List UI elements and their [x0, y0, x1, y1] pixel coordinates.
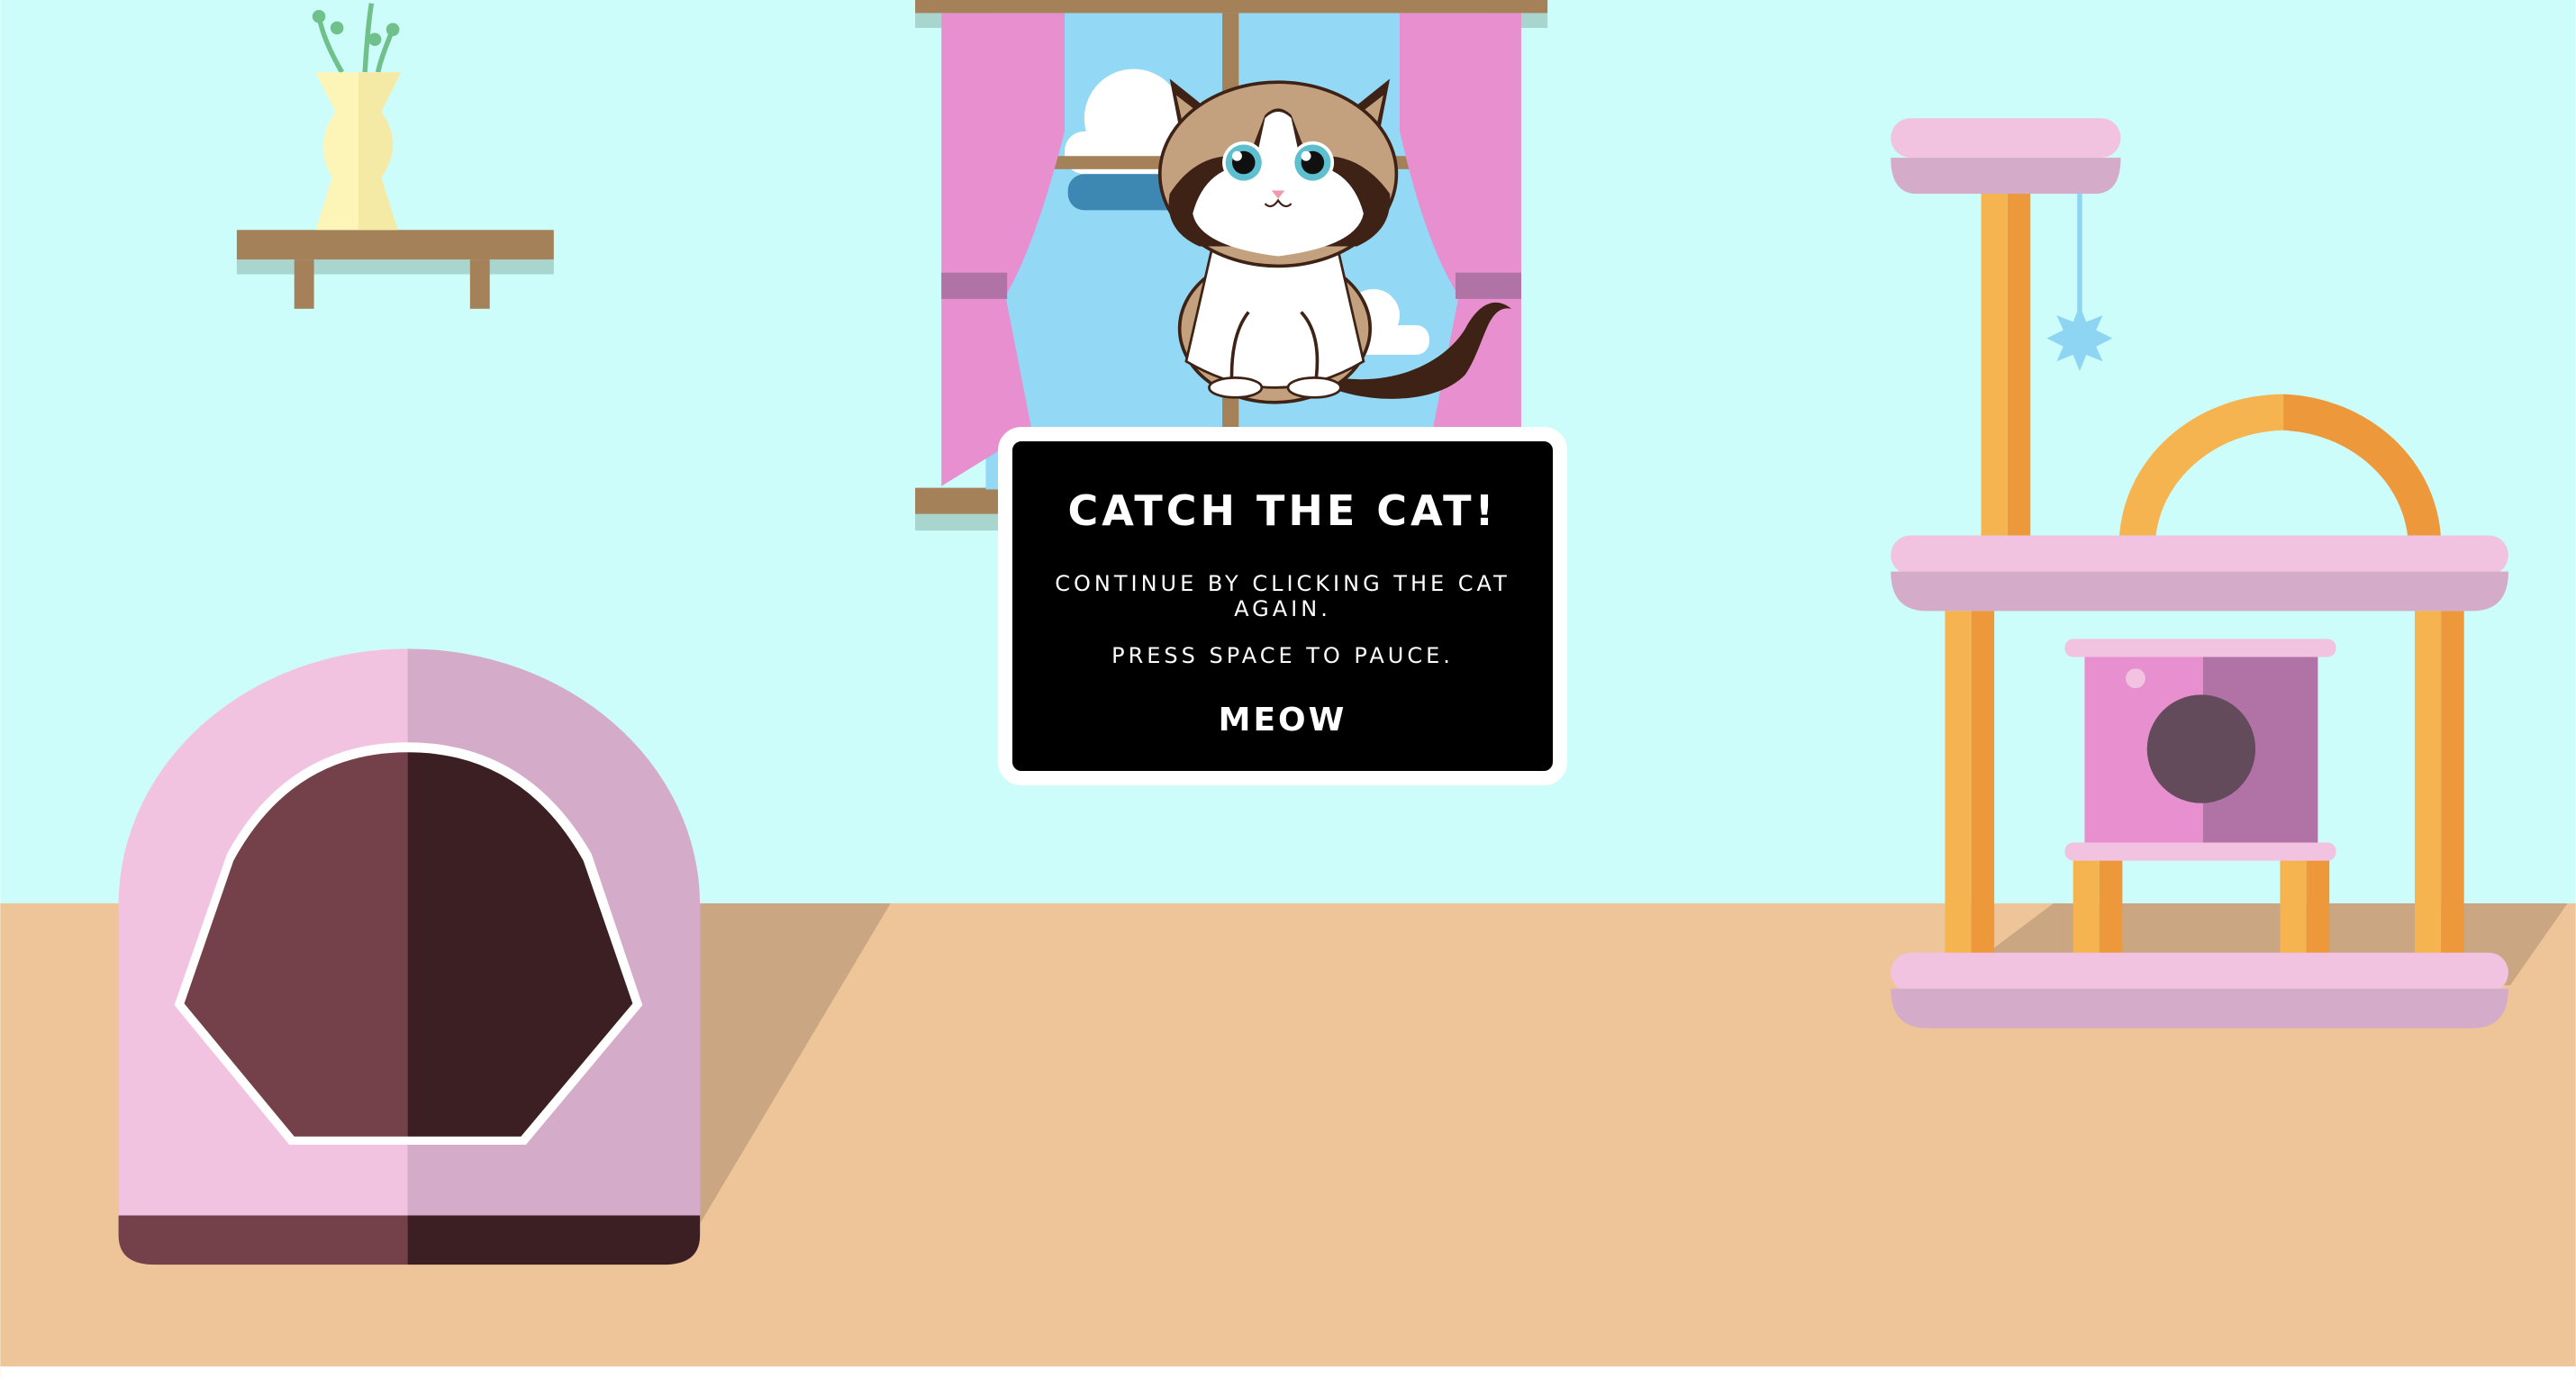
floor-edge: [0, 1366, 2576, 1378]
game-scene: CATCH THE CAT! CONTINUE BY CLICKING THE …: [0, 0, 2576, 1378]
meow-button[interactable]: MEOW: [1219, 701, 1347, 740]
game-dialog: CATCH THE CAT! CONTINUE BY CLICKING THE …: [998, 427, 1567, 785]
dialog-instruction-pause: PRESS SPACE TO PAUCE.: [1111, 643, 1454, 668]
spiky-ball-icon: [2046, 305, 2113, 372]
dialog-title: CATCH THE CAT!: [1067, 486, 1498, 535]
dialog-instruction-continue: CONTINUE BY CLICKING THE CAT AGAIN.: [1055, 571, 1510, 621]
cat-bed: [118, 648, 701, 1265]
